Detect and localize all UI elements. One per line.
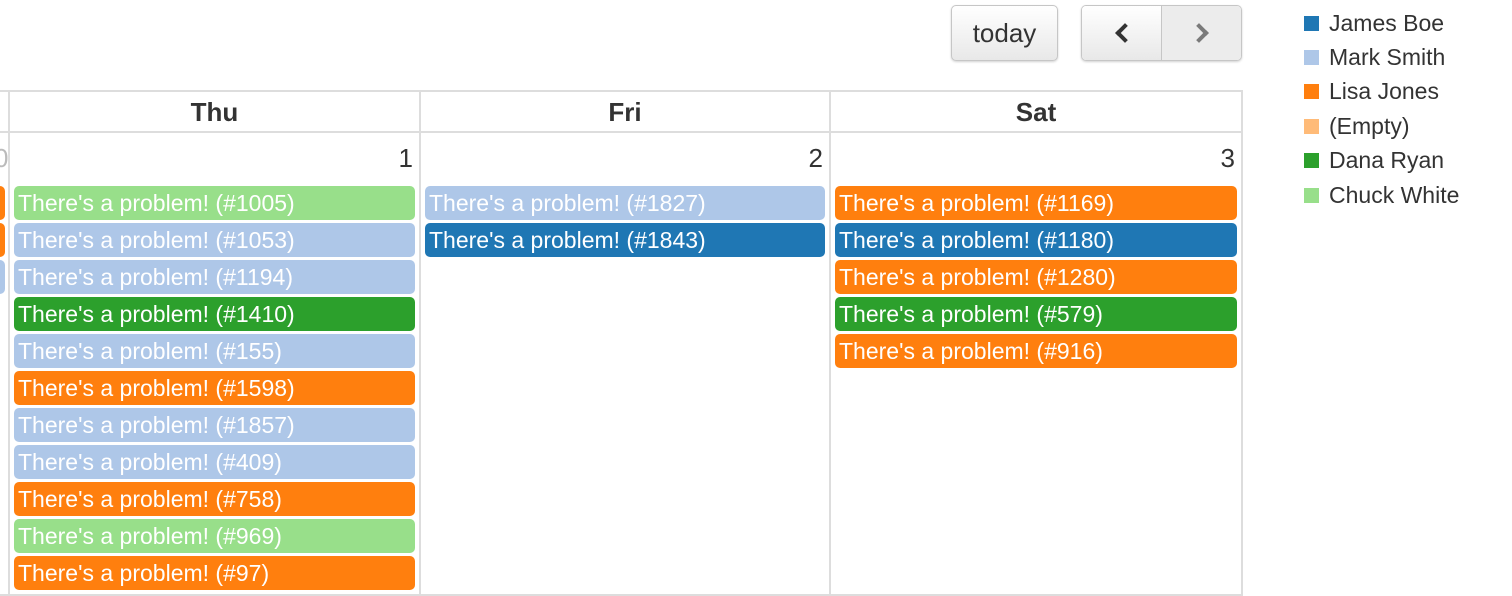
calendar-toolbar: today (0, 0, 1512, 90)
legend-item: Lisa Jones (1304, 75, 1459, 109)
legend-label: Chuck White (1329, 181, 1460, 208)
calendar-event[interactable]: There's a problem! (#916) (835, 334, 1237, 368)
legend-swatch-icon (1304, 187, 1319, 203)
prev-next-button-group (1081, 5, 1242, 61)
calendar-event[interactable]: There's a problem! (#1843) (425, 223, 825, 257)
day-header-row: Thu Fri Sat (0, 90, 1243, 133)
event-list: There's a problem! (#1827) There's a prob… (425, 186, 825, 260)
day-number[interactable]: 2 (809, 143, 823, 174)
prev-button[interactable] (1082, 6, 1162, 60)
legend-swatch-icon (1304, 50, 1319, 66)
day-header-thu: Thu (8, 92, 419, 133)
day-cell-thu[interactable]: 1 There's a problem! (#1005) There's a pr… (8, 133, 419, 596)
legend-item: Mark Smith (1304, 40, 1459, 74)
assignee-legend: James Boe Mark Smith Lisa Jones (Empty) Dana… (1304, 6, 1459, 212)
calendar-event[interactable]: There's a problem! (#1598) (14, 371, 415, 405)
event-list: There's a problem! (#1005) There's a prob… (14, 186, 415, 593)
day-header-sat: Sat (829, 92, 1243, 133)
calendar-event[interactable]: There's a problem! (#1053) (14, 223, 415, 257)
legend-swatch-icon (1304, 153, 1319, 169)
legend-label: Mark Smith (1329, 44, 1446, 71)
today-button-label: today (972, 17, 1037, 48)
legend-label: (Empty) (1329, 112, 1410, 139)
calendar-event[interactable]: There's a problem! (#155) (14, 334, 415, 368)
calendar-event[interactable]: There's a problem! (#758) (14, 482, 415, 516)
day-header-fri: Fri (419, 92, 829, 133)
day-number[interactable]: 1 (399, 143, 413, 174)
day-cell-fri[interactable]: 2 There's a problem! (#1827) There's a pr… (419, 133, 829, 596)
legend-swatch-icon (1304, 84, 1319, 100)
chevron-right-icon (1188, 23, 1209, 43)
day-number[interactable]: 3 (1221, 143, 1235, 174)
calendar-event[interactable]: There's a problem! (#1005) (14, 186, 415, 220)
legend-item: Chuck White (1304, 178, 1459, 212)
calendar-event[interactable]: There's a problem! (#1194) (14, 260, 415, 294)
calendar-week-view: Thu Fri Sat 0 1 There's a problem! (#100… (0, 90, 1243, 596)
event-list: There's a problem! (#1169) There's a prob… (835, 186, 1237, 371)
day-cell-sat[interactable]: 3 There's a problem! (#1169) There's a pr… (829, 133, 1243, 596)
calendar-event[interactable]: There's a problem! (#579) (835, 297, 1237, 331)
calendar-event-partial[interactable] (0, 223, 5, 257)
chevron-left-icon (1114, 23, 1135, 43)
calendar-event[interactable]: There's a problem! (#409) (14, 445, 415, 479)
legend-swatch-icon (1304, 15, 1319, 31)
calendar-event[interactable]: There's a problem! (#1169) (835, 186, 1237, 220)
calendar-event[interactable]: There's a problem! (#1180) (835, 223, 1237, 257)
legend-label: James Boe (1329, 9, 1445, 36)
calendar-event[interactable]: There's a problem! (#1827) (425, 186, 825, 220)
calendar-event-partial[interactable] (0, 260, 5, 294)
calendar-event[interactable]: There's a problem! (#1857) (14, 408, 415, 442)
next-button[interactable] (1162, 6, 1241, 60)
legend-item: Dana Ryan (1304, 144, 1459, 178)
calendar-event[interactable]: There's a problem! (#1280) (835, 260, 1237, 294)
calendar-event-partial[interactable] (0, 186, 5, 220)
legend-label: Lisa Jones (1329, 78, 1439, 105)
today-button[interactable]: today (951, 5, 1058, 61)
calendar-event[interactable]: There's a problem! (#1410) (14, 297, 415, 331)
legend-item: James Boe (1304, 6, 1459, 40)
calendar-event[interactable]: There's a problem! (#97) (14, 556, 415, 590)
legend-swatch-icon (1304, 118, 1319, 134)
legend-item: (Empty) (1304, 109, 1459, 143)
legend-label: Dana Ryan (1329, 147, 1445, 174)
calendar-event[interactable]: There's a problem! (#969) (14, 519, 415, 553)
